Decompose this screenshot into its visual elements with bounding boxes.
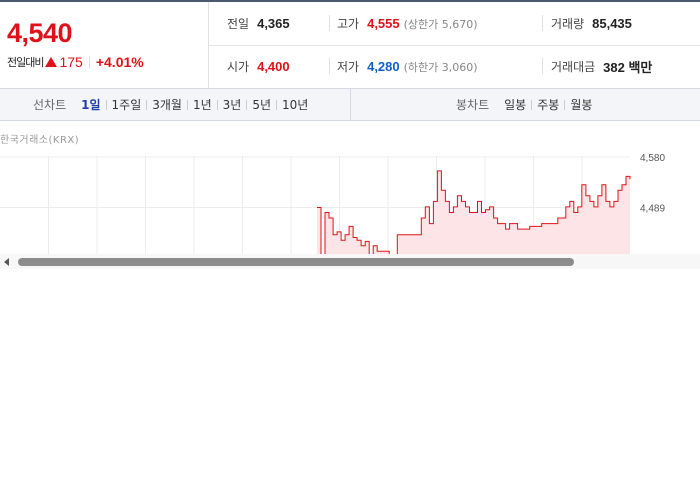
stat-value: 4,365 — [257, 16, 290, 31]
stat-value: 382 백만 — [603, 60, 653, 75]
candle-chart-title: 봉차트 — [456, 98, 490, 112]
y-tick-label: 4,580 — [640, 153, 665, 164]
price-change: 전일대비 175 +4.01% — [7, 54, 144, 70]
tab-period-1[interactable]: 1주일 — [107, 96, 147, 113]
stat-label: 전일 — [227, 17, 250, 31]
chart-scrollbar[interactable] — [0, 254, 700, 269]
stats-row: 시가 4,400 저가 4,280 (하한가 3,060) 거래대금 382 백… — [209, 45, 700, 88]
stat-trade-value: 거래대금 382 백만 — [551, 45, 652, 88]
y-tick-label: 4,489 — [640, 204, 665, 215]
current-price: 4,540 — [7, 18, 73, 48]
tab-candle-1[interactable]: 주봉 — [532, 96, 564, 113]
tab-period-0[interactable]: 1일 — [76, 96, 105, 113]
line-chart-title: 선차트 — [33, 98, 67, 112]
scroll-thumb[interactable] — [18, 258, 574, 266]
tab-period-3[interactable]: 1년 — [188, 96, 217, 113]
stat-prev-close: 전일 4,365 — [227, 2, 290, 45]
scroll-left-icon[interactable] — [4, 258, 9, 266]
tab-candle-2[interactable]: 월봉 — [565, 96, 597, 113]
stat-label: 시가 — [227, 60, 250, 74]
divider — [329, 58, 330, 74]
stat-value: 4,555 — [367, 16, 400, 31]
divider — [542, 58, 543, 74]
change-rate: +4.01% — [95, 54, 144, 70]
stat-open: 시가 4,400 — [227, 45, 290, 88]
tab-period-4[interactable]: 3년 — [218, 96, 247, 113]
stat-high: 고가 4,555 (상한가 5,670) — [337, 2, 478, 45]
chart-period-toolbar: 선차트 1일 1주일 3개월 1년 3년 5년 10년 봉차트 일봉 주봉 월봉 — [0, 88, 700, 121]
price-chart: 4,5804,4894,398 — [0, 153, 665, 254]
change-value: 175 — [59, 54, 83, 70]
line-chart-periods: 선차트 1일 1주일 3개월 1년 3년 5년 10년 — [0, 89, 351, 120]
divider — [88, 56, 90, 68]
stat-value: 85,435 — [592, 16, 632, 31]
stats-row: 전일 4,365 고가 4,555 (상한가 5,670) 거래량 85,435 — [209, 2, 700, 46]
change-label: 전일대비 — [7, 56, 44, 69]
stat-label: 저가 — [337, 60, 360, 74]
stat-label: 고가 — [337, 17, 360, 31]
divider — [329, 15, 330, 31]
tab-period-2[interactable]: 3개월 — [147, 96, 187, 113]
stat-low: 저가 4,280 (하한가 3,060) — [337, 45, 478, 88]
price-summary: 4,540 전일대비 175 +4.01% — [0, 2, 209, 88]
tab-candle-0[interactable]: 일봉 — [499, 96, 531, 113]
stat-value: 4,280 — [367, 59, 400, 74]
up-triangle-icon — [45, 57, 58, 67]
candle-chart-tabs: 봉차트 일봉 주봉 월봉 — [456, 89, 597, 120]
stat-limit: (하한가 3,060) — [403, 60, 478, 74]
stat-label: 거래대금 — [551, 60, 596, 74]
stat-value: 4,400 — [257, 59, 290, 74]
tab-period-6[interactable]: 10년 — [277, 96, 313, 113]
stat-label: 거래량 — [551, 17, 585, 31]
price-stats: 전일 4,365 고가 4,555 (상한가 5,670) 거래량 85,435… — [209, 2, 700, 88]
divider — [542, 15, 543, 31]
tab-period-5[interactable]: 5년 — [247, 96, 276, 113]
stat-volume: 거래량 85,435 — [551, 2, 632, 45]
data-source: 한국거래소(KRX) — [0, 135, 80, 146]
line-chart-tabs: 선차트 1일 1주일 3개월 1년 3년 5년 10년 — [33, 89, 313, 120]
stat-limit: (상한가 5,670) — [403, 17, 478, 31]
